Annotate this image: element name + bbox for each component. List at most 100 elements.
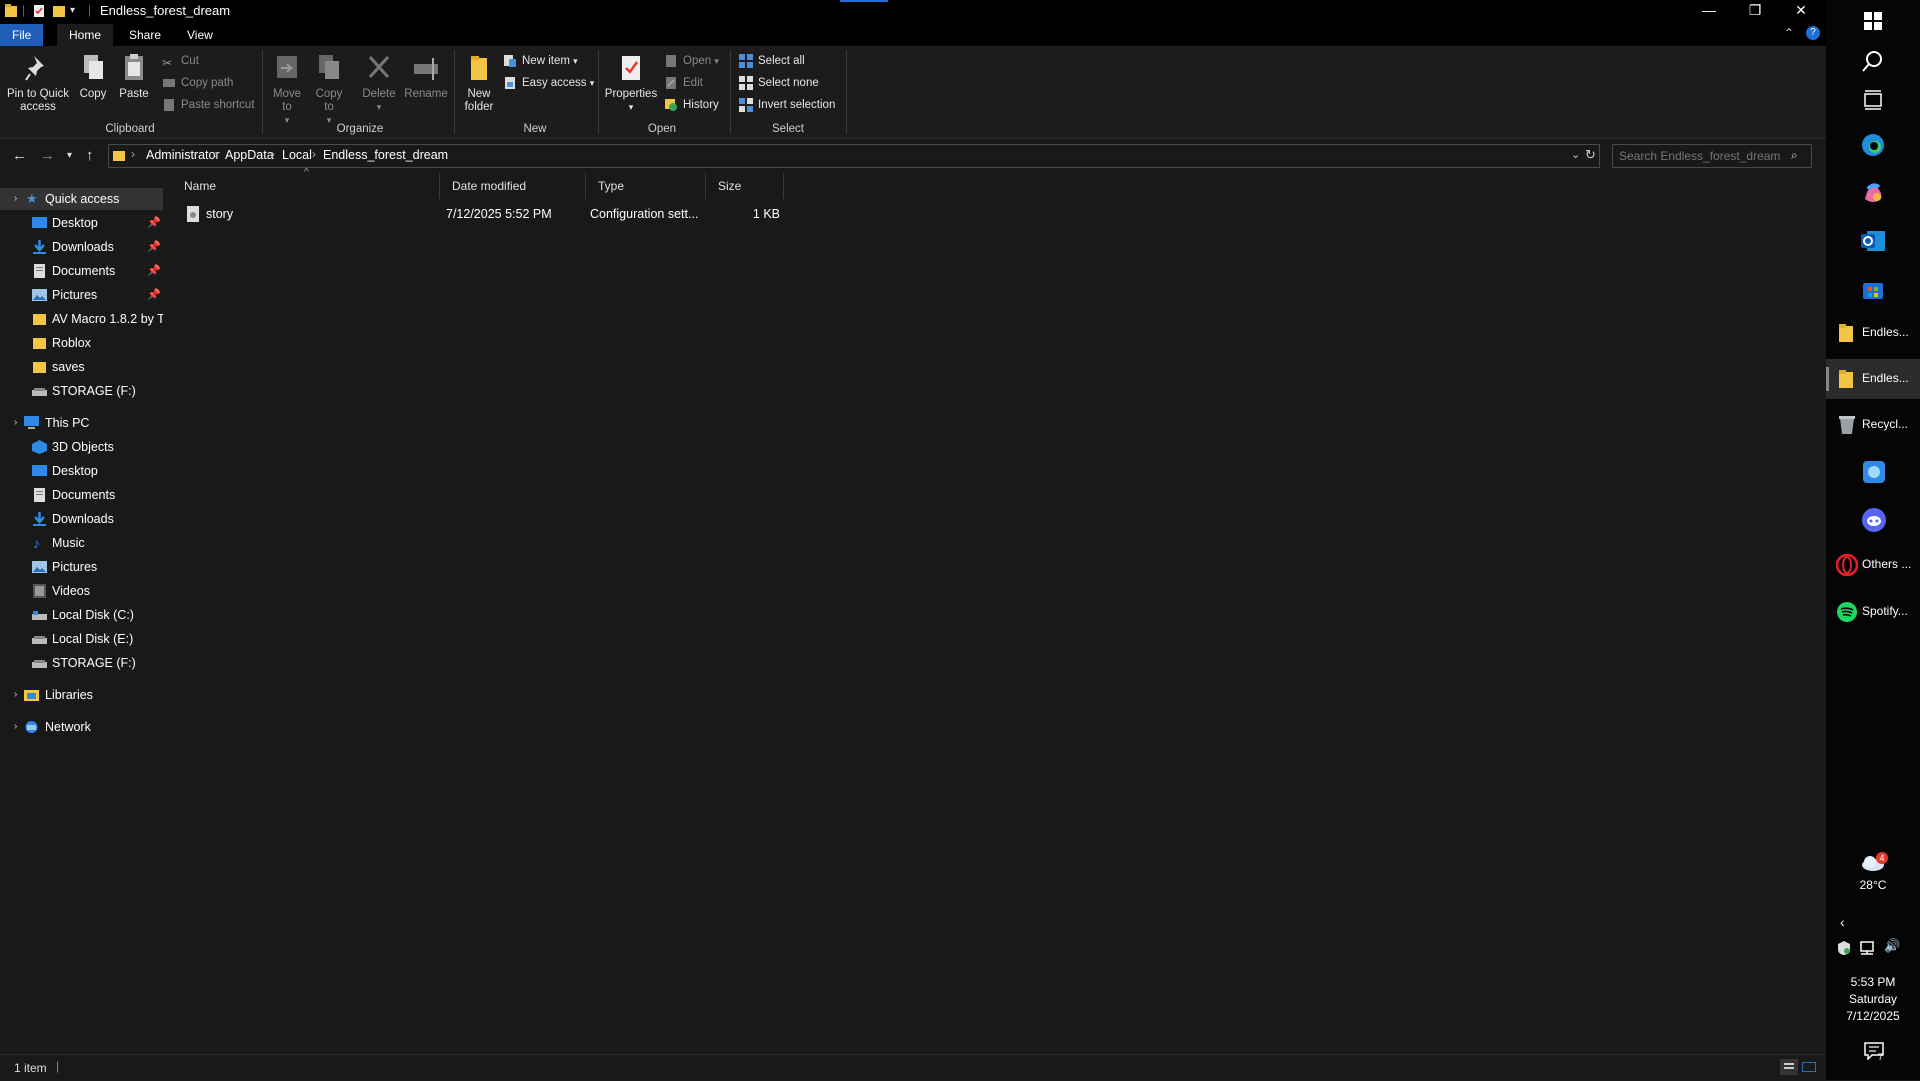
- expand-chevron-icon[interactable]: ›: [14, 684, 17, 706]
- nav-pc-pictures[interactable]: Pictures: [0, 556, 163, 578]
- nav-quick-av-macro[interactable]: AV Macro 1.8.2 by Tu: [0, 308, 163, 330]
- discord-icon[interactable]: [1862, 508, 1886, 532]
- nav-libraries[interactable]: › Libraries: [0, 684, 163, 706]
- tab-home[interactable]: Home: [57, 24, 114, 46]
- taskbar-app-explorer-2[interactable]: Endles...: [1826, 359, 1920, 399]
- edit-button[interactable]: Edit: [664, 74, 703, 92]
- copy-button[interactable]: Copy: [76, 52, 110, 101]
- move-to-button[interactable]: Move to ▾: [270, 52, 304, 127]
- tab-view[interactable]: View: [175, 24, 225, 46]
- nav-pc-documents[interactable]: Documents: [0, 484, 163, 506]
- close-button[interactable]: ✕: [1778, 0, 1824, 22]
- column-header-size[interactable]: Size: [706, 173, 784, 199]
- new-folder-button[interactable]: New folder: [460, 52, 498, 114]
- new-item-button[interactable]: New item ▾: [503, 52, 578, 70]
- microsoft-store-icon[interactable]: [1861, 277, 1885, 301]
- nav-pc-downloads[interactable]: Downloads: [0, 508, 163, 530]
- open-button[interactable]: Open ▾: [664, 52, 719, 70]
- nav-quick-access[interactable]: › ★ Quick access: [0, 188, 163, 210]
- qat-dropdown[interactable]: ▾: [70, 5, 75, 21]
- weather-temperature[interactable]: 28°C: [1826, 878, 1920, 892]
- minimize-button[interactable]: —: [1686, 0, 1732, 22]
- taskbar-app-recycle-bin[interactable]: Recycl...: [1826, 405, 1920, 445]
- breadcrumb-endless-forest-dream[interactable]: Endless_forest_dream: [323, 148, 448, 162]
- nav-pc-local-disk-e[interactable]: Local Disk (E:): [0, 628, 163, 650]
- nav-quick-roblox[interactable]: Roblox: [0, 332, 163, 354]
- invert-selection-button[interactable]: Invert selection: [739, 96, 835, 114]
- search-box[interactable]: ⌕: [1612, 144, 1812, 168]
- pin-icon[interactable]: 📌: [147, 260, 161, 282]
- properties-button[interactable]: Properties ▾: [604, 52, 658, 114]
- nav-quick-documents[interactable]: Documents 📌: [0, 260, 163, 282]
- search-icon[interactable]: [1862, 50, 1884, 72]
- windows-start-icon[interactable]: [1864, 12, 1882, 30]
- history-button[interactable]: History: [664, 96, 719, 114]
- nav-pc-videos[interactable]: Videos: [0, 580, 163, 602]
- expand-chevron-icon[interactable]: ›: [14, 412, 17, 434]
- nav-pc-local-disk-c[interactable]: Local Disk (C:): [0, 604, 163, 626]
- refresh-icon[interactable]: ↻: [1585, 147, 1596, 163]
- taskbar-app-explorer-1[interactable]: Endles...: [1826, 313, 1920, 353]
- forward-arrow-icon[interactable]: →: [40, 147, 55, 164]
- breadcrumb-appdata[interactable]: AppData: [225, 148, 274, 162]
- volume-icon[interactable]: 🔊: [1884, 938, 1900, 954]
- breadcrumb-chevron-icon[interactable]: ›: [312, 147, 316, 161]
- new-folder-icon[interactable]: [52, 3, 66, 19]
- breadcrumb-chevron-icon[interactable]: ›: [214, 147, 218, 161]
- clock-time[interactable]: 5:53 PM: [1826, 975, 1920, 989]
- column-header-type[interactable]: Type: [586, 173, 706, 199]
- breadcrumb-chevron-icon[interactable]: ›: [131, 147, 135, 161]
- breadcrumb-local[interactable]: Local: [282, 148, 312, 162]
- properties-icon[interactable]: [32, 3, 46, 19]
- large-icons-view-icon[interactable]: [1802, 1062, 1816, 1072]
- file-name[interactable]: story: [206, 203, 233, 225]
- up-arrow-icon[interactable]: ↑: [86, 147, 94, 164]
- nav-pc-desktop[interactable]: Desktop: [0, 460, 163, 482]
- copy-path-button[interactable]: Copy path: [162, 74, 233, 92]
- cut-button[interactable]: ✂ Cut: [162, 52, 199, 70]
- column-header-name[interactable]: Name: [166, 173, 440, 199]
- collapse-ribbon-icon[interactable]: ⌃: [1784, 26, 1794, 40]
- pin-icon[interactable]: 📌: [147, 212, 161, 234]
- easy-access-button[interactable]: Easy access ▾: [503, 74, 594, 92]
- nav-network[interactable]: › Network: [0, 716, 163, 738]
- clock-day[interactable]: Saturday: [1826, 992, 1920, 1006]
- paste-shortcut-button[interactable]: Paste shortcut: [162, 96, 255, 114]
- delete-button[interactable]: Delete ▾: [360, 52, 398, 114]
- edge-icon[interactable]: [1861, 133, 1885, 157]
- show-hidden-icons-chevron-icon[interactable]: ‹: [1840, 914, 1845, 930]
- taskbar-app-spotify[interactable]: Spotify...: [1826, 592, 1920, 632]
- tab-file[interactable]: File: [0, 24, 44, 46]
- clock-date[interactable]: 7/12/2025: [1826, 1009, 1920, 1023]
- nav-quick-pictures[interactable]: Pictures 📌: [0, 284, 163, 306]
- nav-pc-music[interactable]: ♪ Music: [0, 532, 163, 554]
- breadcrumb-chevron-icon[interactable]: ›: [271, 147, 275, 161]
- nav-quick-downloads[interactable]: Downloads 📌: [0, 236, 163, 258]
- expand-chevron-icon[interactable]: ›: [14, 716, 17, 738]
- search-input[interactable]: [1613, 145, 1795, 167]
- paste-button[interactable]: Paste: [117, 52, 151, 101]
- back-arrow-icon[interactable]: ←: [12, 147, 27, 164]
- security-shield-icon[interactable]: [1836, 940, 1852, 956]
- restore-button[interactable]: ❐: [1732, 0, 1778, 22]
- copilot-icon[interactable]: [1861, 181, 1885, 205]
- nav-quick-saves[interactable]: saves: [0, 356, 163, 378]
- nav-this-pc[interactable]: › This PC: [0, 412, 163, 434]
- column-header-date-modified[interactable]: Date modified: [440, 173, 586, 199]
- pin-icon[interactable]: 📌: [147, 236, 161, 258]
- launcher-app-icon[interactable]: [1862, 460, 1886, 484]
- select-all-button[interactable]: Select all: [739, 52, 805, 70]
- nav-quick-storage[interactable]: STORAGE (F:): [0, 380, 163, 402]
- tab-share[interactable]: Share: [117, 24, 173, 46]
- address-bar[interactable]: › Administrator › AppData › Local › Endl…: [108, 144, 1600, 168]
- pin-icon[interactable]: 📌: [147, 284, 161, 306]
- nav-pc-3d-objects[interactable]: 3D Objects: [0, 436, 163, 458]
- expand-chevron-icon[interactable]: ›: [14, 188, 17, 210]
- nav-pc-storage[interactable]: STORAGE (F:): [0, 652, 163, 674]
- taskbar-app-opera[interactable]: Others ...: [1826, 545, 1920, 585]
- outlook-icon[interactable]: [1861, 229, 1885, 253]
- pin-to-quick-access-button[interactable]: Pin to Quick access: [4, 52, 72, 114]
- breadcrumb-administrator[interactable]: Administrator: [146, 148, 220, 162]
- help-icon[interactable]: ?: [1806, 26, 1820, 40]
- copy-to-button[interactable]: Copy to ▾: [312, 52, 346, 127]
